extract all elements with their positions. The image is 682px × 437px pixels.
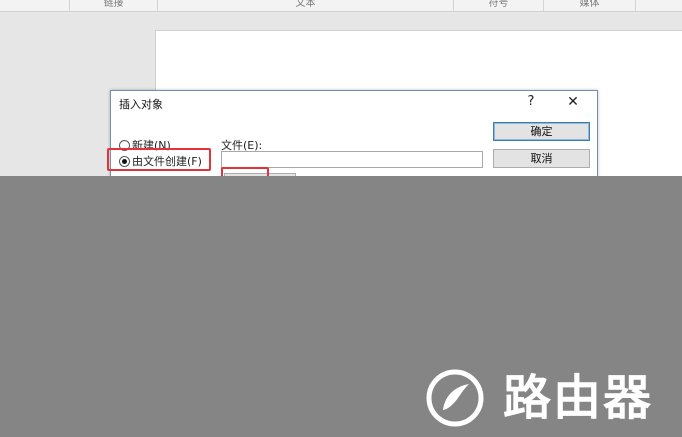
dialog-title: 插入对象 (119, 98, 163, 111)
ribbon-group-blank (0, 0, 70, 11)
ok-button[interactable]: 确定 (493, 122, 590, 141)
watermark-text: 路由器 (503, 370, 654, 426)
ribbon-group-text: 文本 (158, 0, 454, 11)
ribbon-group-media: 媒体 (544, 0, 636, 11)
help-icon[interactable]: ? (523, 94, 539, 110)
close-icon[interactable]: ✕ (563, 93, 583, 111)
ribbon-group-symbols: 符号 (454, 0, 544, 11)
highlight-from-file (107, 148, 211, 171)
ribbon-group-bar: 链接 文本 符号 媒体 (0, 0, 682, 12)
insert-object-dialog: 插入对象 ? ✕ 新建(N) 由文件创建(F) 文件(E): 确定 取消 (107, 90, 598, 190)
watermark-logo-icon (426, 369, 484, 427)
file-path-input[interactable] (221, 151, 483, 168)
cancel-button[interactable]: 取消 (493, 149, 590, 168)
ribbon-group-links: 链接 (70, 0, 158, 11)
